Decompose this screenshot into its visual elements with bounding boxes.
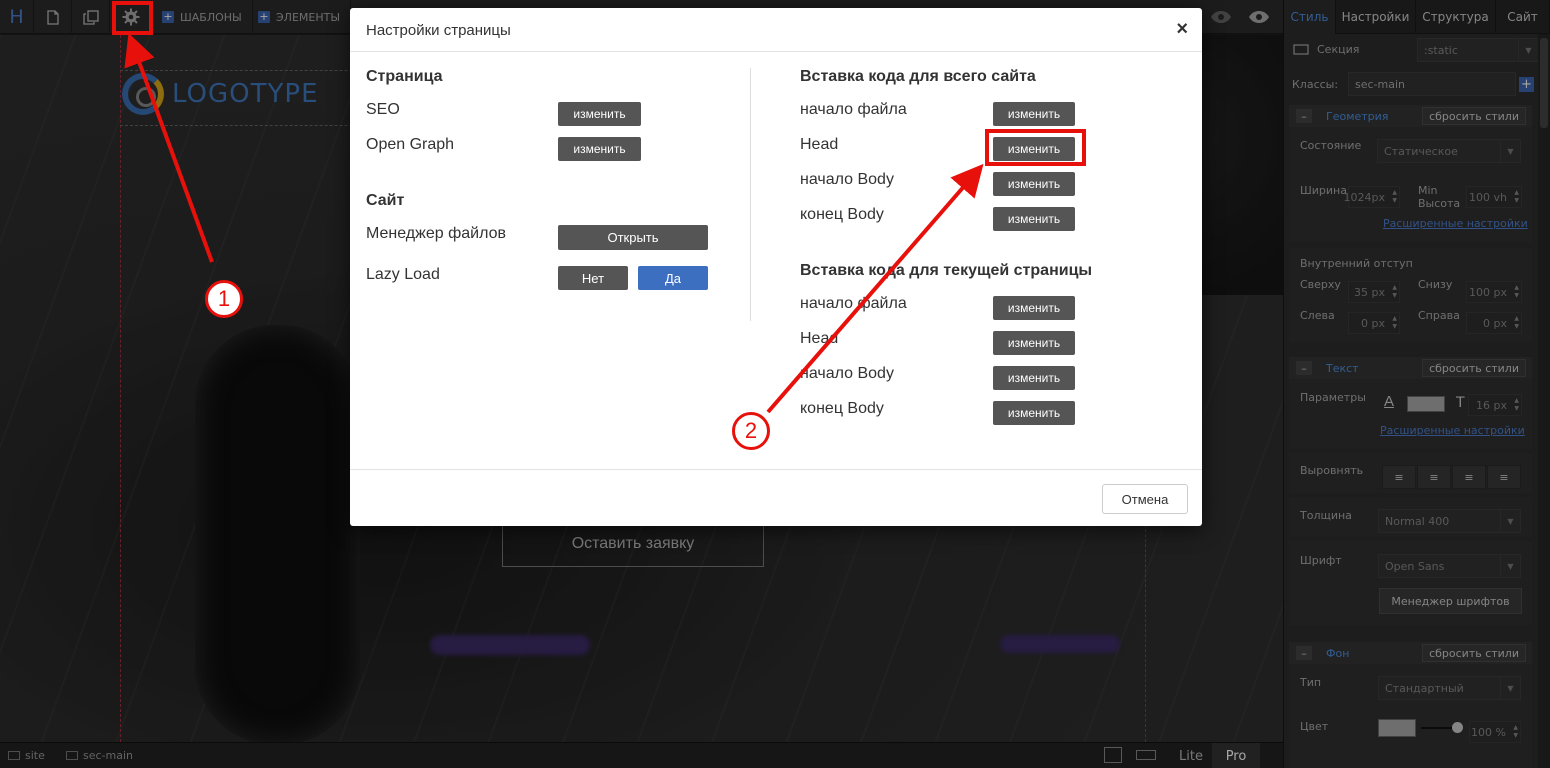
page-file-start-edit-button[interactable]: изменить [993,296,1075,320]
open-graph-label: Open Graph [366,136,455,153]
close-icon[interactable]: × [1176,19,1188,39]
page-body-end-label: конец Body [800,400,884,417]
file-manager-open-button[interactable]: Открыть [558,225,708,250]
site-head-label: Head [800,136,839,153]
site-section-title: Сайт [366,192,405,209]
dialog-footer: Отмена [350,469,1202,526]
site-file-start-edit-button[interactable]: изменить [993,102,1075,126]
step2-marker: 2 [732,412,770,450]
page-body-start-edit-button[interactable]: изменить [993,366,1075,390]
file-manager-label: Менеджер файлов [366,225,506,242]
cancel-button[interactable]: Отмена [1102,484,1188,514]
page-file-start-label: начало файла [800,295,907,312]
page-code-section-title: Вставка кода для текущей страницы [800,262,1093,279]
dialog-header: Настройки страницы × [350,8,1202,52]
step2-highlight-box [985,129,1086,166]
page-head-label: Head [800,330,839,347]
page-body-end-edit-button[interactable]: изменить [993,401,1075,425]
site-body-start-edit-button[interactable]: изменить [993,172,1075,196]
site-body-start-label: начало Body [800,171,894,188]
seo-label: SEO [366,101,400,118]
site-body-end-edit-button[interactable]: изменить [993,207,1075,231]
page-settings-dialog: Настройки страницы × Страница SEO измени… [350,8,1202,526]
step1-highlight-box [112,1,153,35]
column-divider [750,68,751,321]
site-file-start-label: начало файла [800,101,907,118]
lazy-load-yes-button[interactable]: Да [638,266,708,290]
site-body-end-label: конец Body [800,206,884,223]
lazy-load-label: Lazy Load [366,266,440,283]
lazy-load-no-button[interactable]: Нет [558,266,628,290]
step1-marker: 1 [205,280,243,318]
page-head-edit-button[interactable]: изменить [993,331,1075,355]
page-body-start-label: начало Body [800,365,894,382]
seo-edit-button[interactable]: изменить [558,102,641,126]
open-graph-edit-button[interactable]: изменить [558,137,641,161]
dialog-title: Настройки страницы [366,22,511,39]
page-section-title: Страница [366,68,443,85]
site-code-section-title: Вставка кода для всего сайта [800,68,1036,85]
